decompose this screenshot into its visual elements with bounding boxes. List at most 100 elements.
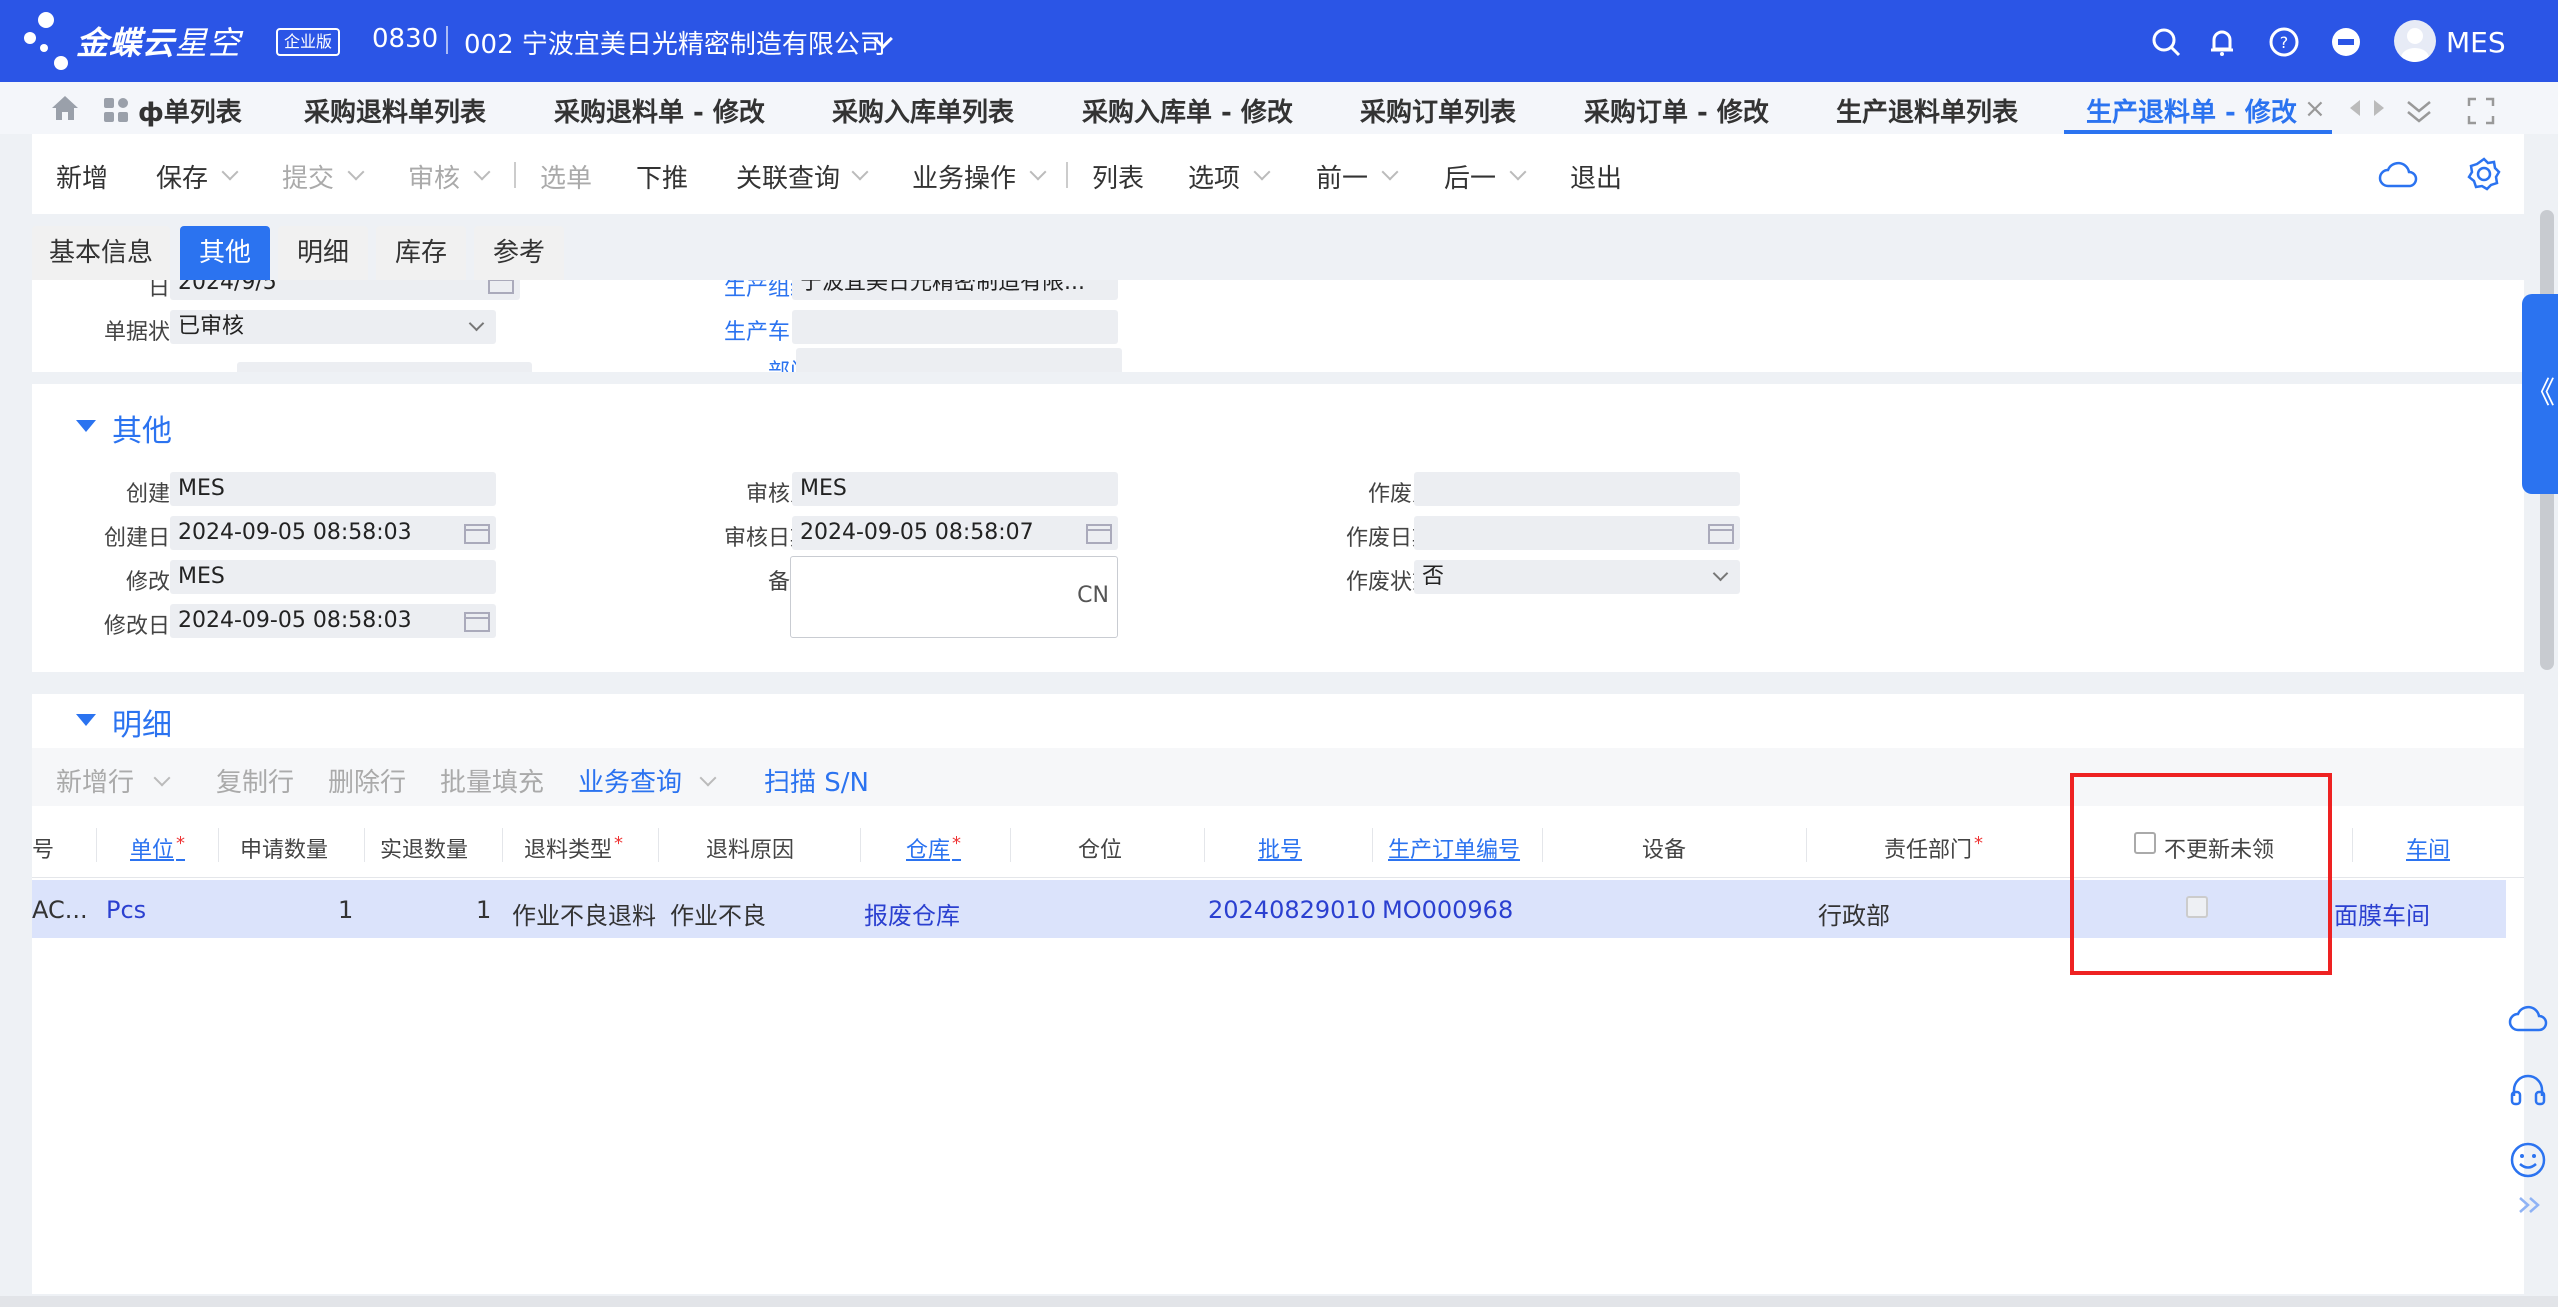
collapse-triangle-icon[interactable] [76,420,96,432]
language-indicator[interactable]: CN [1077,583,1109,608]
related-query-button[interactable]: 关联查询 [736,158,840,195]
column-header-lot[interactable]: 批号 [1258,832,1302,864]
modifier-field[interactable]: MES [170,560,496,594]
business-ops-button[interactable]: 业务操作 [912,158,1016,195]
column-header-resp-dept[interactable]: 责任部门 * [1884,832,1983,864]
org-name[interactable]: 002 宁波宜美日光精密制造有限公司 [464,24,886,61]
tab-purchase-receipt-edit[interactable]: 采购入库单 - 修改 [1082,92,1293,129]
tab-inventory[interactable]: 库存 [376,226,466,280]
fullscreen-icon[interactable] [2466,96,2496,126]
double-chevron-right-icon[interactable] [2508,1190,2548,1220]
column-header-actual-qty[interactable]: 实退数量 [380,832,468,864]
section-title-detail[interactable]: 明细 [112,700,172,744]
options-button[interactable]: 选项 [1188,158,1240,195]
tab-detail[interactable]: 明细 [278,226,368,280]
next-button[interactable]: 后一 [1444,158,1496,195]
search-icon[interactable] [2150,26,2182,58]
calendar-icon[interactable] [464,610,490,632]
collapse-triangle-icon[interactable] [76,714,96,726]
column-header-unit[interactable]: 单位 * [130,832,185,864]
list-button[interactable]: 列表 [1092,158,1144,195]
auditor-field[interactable]: MES [792,472,1118,506]
tab-production-return-edit[interactable]: 生产退料单 - 修改 [2086,92,2297,129]
chevron-down-icon[interactable] [221,163,239,181]
scan-sn-button[interactable]: 扫描 S/N [764,762,869,799]
cell-resp-dept[interactable]: 行政部 [1818,896,1890,931]
cell-unit[interactable]: Pcs [106,896,146,924]
column-header-mo-number[interactable]: 生产订单编号 [1388,832,1520,864]
tab-purchase-receipt-list[interactable]: 采购入库单列表 [832,92,1014,129]
tab-purchase-order-edit[interactable]: 采购订单 - 修改 [1584,92,1769,129]
chevron-down-icon[interactable] [1381,163,1399,181]
column-header-warehouse[interactable]: 仓库 * [906,832,961,864]
calendar-icon[interactable] [488,280,514,294]
home-icon[interactable] [50,94,80,122]
remark-textarea[interactable]: CN [790,556,1118,638]
audit-date-field[interactable]: 2024-09-05 08:58:07 [792,516,1118,550]
minus-circle-icon[interactable] [2330,26,2362,58]
avatar[interactable] [2394,20,2436,62]
org-code[interactable]: 0830 [372,24,438,54]
gear-icon[interactable] [2466,156,2502,192]
tab-other[interactable]: 其他 [180,226,270,280]
bell-icon[interactable] [2206,26,2238,58]
cell-actual-qty[interactable]: 1 [476,896,491,924]
new-button[interactable]: 新增 [56,158,108,195]
department-field[interactable] [796,348,1122,372]
close-icon[interactable]: × [2304,94,2326,124]
push-down-button[interactable]: 下推 [636,158,688,195]
submit-button[interactable]: 提交 [282,158,334,195]
brand-logo[interactable]: 金蝶云星空 企业版 [24,4,344,78]
delete-row-button[interactable]: 删除行 [328,762,406,799]
headset-icon[interactable] [2508,1072,2548,1108]
cell-mo-number[interactable]: MO000968 [1382,896,1513,924]
column-header-return-reason[interactable]: 退料原因 [706,832,794,864]
business-query-button[interactable]: 业务查询 [578,762,682,799]
cloud-icon[interactable] [2378,160,2418,190]
void-status-select[interactable]: 否 [1414,560,1740,594]
column-header-workshop[interactable]: 车间 [2406,832,2450,864]
audit-button[interactable]: 审核 [408,158,460,195]
chevron-down-icon[interactable] [1253,163,1271,181]
smiley-icon[interactable] [2508,1140,2548,1180]
production-org-field[interactable]: 宁波宜美日光精密制造有限... [792,280,1118,300]
column-header-return-type[interactable]: 退料类型 * [524,832,623,864]
column-header-equipment[interactable]: 设备 [1642,832,1686,864]
tab-order-list[interactable]: ф单列表 [138,92,242,129]
tab-reference[interactable]: 参考 [474,226,564,280]
bill-status-select[interactable]: 已审核 [170,310,496,344]
workshop-field[interactable] [792,310,1118,344]
exit-button[interactable]: 退出 [1570,158,1622,195]
tab-purchase-order-list[interactable]: 采购订单列表 [1360,92,1516,129]
date-field[interactable]: 2024/9/5 [170,280,520,300]
tab-purchase-return-edit[interactable]: 采购退料单 - 修改 [554,92,765,129]
copy-row-button[interactable]: 复制行 [216,762,294,799]
column-header-seq[interactable]: 号 [32,832,54,864]
cloud-icon[interactable] [2508,1004,2548,1036]
tab-production-return-list[interactable]: 生产退料单列表 [1836,92,2018,129]
cell-lot[interactable]: 20240829010 [1208,896,1376,924]
modify-date-field[interactable]: 2024-09-05 08:58:03 [170,604,496,638]
save-button[interactable]: 保存 [156,158,208,195]
column-header-location[interactable]: 仓位 [1078,832,1122,864]
chevron-down-icon[interactable] [851,163,869,181]
cell-return-type[interactable]: 作业不良退料 [512,896,656,931]
horizontal-scrollbar[interactable] [0,1296,2558,1307]
tab-list-chevron-icon[interactable] [2404,96,2434,126]
apps-icon[interactable] [102,96,130,124]
column-header-apply-qty[interactable]: 申请数量 [240,832,328,864]
add-row-button[interactable]: 新增行 [56,762,134,799]
chevron-down-icon[interactable] [1509,163,1527,181]
void-date-field[interactable] [1414,516,1740,550]
help-icon[interactable]: ? [2268,26,2300,58]
user-name[interactable]: MES [2446,26,2506,59]
side-panel-toggle[interactable]: 《 [2522,294,2558,494]
voider-field[interactable] [1414,472,1740,506]
tab-basic-info[interactable]: 基本信息 [32,226,170,280]
creator-field[interactable]: MES [170,472,496,506]
chevron-down-icon[interactable] [1029,163,1047,181]
batch-fill-button[interactable]: 批量填充 [440,762,544,799]
cell-apply-qty[interactable]: 1 [338,896,353,924]
previous-button[interactable]: 前一 [1316,158,1368,195]
tab-scroll-left-icon[interactable] [2346,96,2364,120]
